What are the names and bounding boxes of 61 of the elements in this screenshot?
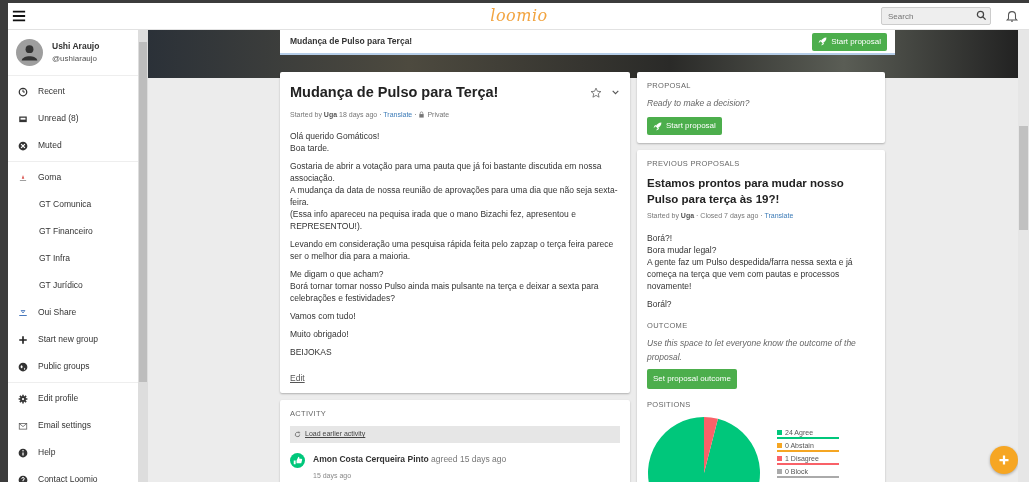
legend-swatch — [777, 443, 782, 449]
sidebar-item[interactable]: Unread (8) — [8, 105, 138, 132]
menu-icon — [11, 9, 27, 23]
activity-text: Amon Costa Cerqueira Pinto agreed 15 days ago — [313, 452, 507, 466]
legend-swatch — [777, 430, 782, 436]
outcome-hint: Use this space to let everyone know the outcome of the proposal. — [647, 337, 857, 364]
user-handle: @ushiaraujo — [52, 52, 99, 65]
settings-icon — [18, 393, 28, 404]
sidebar-item[interactable]: Muted — [8, 132, 138, 159]
sidebar-item[interactable]: Email settings — [8, 412, 138, 439]
clock-icon — [18, 86, 28, 97]
bell-icon — [1005, 9, 1019, 23]
star-icon[interactable] — [590, 86, 602, 99]
proposal-prompt: Ready to make a decision? — [647, 97, 751, 110]
post-paragraph: Levando em consideração uma pesquisa rápida feita pelo zapzap o terça feira parece ser o melhor dia para a maioria. — [290, 238, 615, 263]
search-icon — [976, 10, 987, 21]
avatar-icon — [16, 39, 43, 66]
post-paragraph: Muito obrigado! — [290, 328, 350, 341]
sidebar-subgroup[interactable]: GT Infra — [8, 245, 138, 272]
refresh-icon — [294, 430, 301, 438]
post-paragraph: Gostaria de abrir a votação para uma pauta que já foi bastante discutida em nossa associação. A mudança da data de nossa reunião de aprovações para uma dia que não seja sexta-feira. (Essa info apareceu na pequisa irada que o mano Bizachi fez, apresentou e REPRESENTOU!). — [290, 160, 619, 233]
post-paragraph: Me digam o que acham? Borá tornar tornar nosso Pulso ainda mais pulsante na terça e deixar a sexta para celebrações e festividades? — [290, 268, 600, 305]
sidebar-item[interactable]: Oui Share — [8, 299, 138, 326]
search-field[interactable]: Search — [881, 7, 991, 25]
envelope-icon — [18, 420, 28, 431]
plus-icon — [18, 334, 28, 345]
lock-icon — [418, 111, 426, 119]
proposal-title: Estamos prontos para mudar nosso Pulso para terça às 19?! — [647, 176, 845, 208]
rocket-icon — [653, 121, 662, 131]
sidebar-item[interactable]: Goma — [8, 164, 138, 191]
sidebar-item[interactable]: Help — [8, 439, 138, 466]
post-paragraph: Vamos com tudo! — [290, 310, 357, 323]
edit-link[interactable]: Edit — [290, 372, 305, 385]
thread-title: Mudança de Pulso para Terça! — [290, 83, 499, 102]
cross-circle-icon — [18, 140, 28, 151]
post-paragraph: BEIJOKAS — [290, 346, 333, 359]
scrollbar[interactable] — [138, 30, 148, 482]
globe-icon — [18, 361, 28, 372]
sidebar-item[interactable]: Recent — [8, 78, 138, 105]
sidebar-item[interactable]: Contact Loomio — [8, 466, 138, 482]
sidebar-subgroup[interactable]: GT Jurídico — [8, 272, 138, 299]
thumbs-up-icon — [290, 452, 305, 468]
sidebar-subgroup[interactable]: GT Financeiro — [8, 218, 138, 245]
legend-swatch — [777, 469, 782, 475]
info-icon — [18, 447, 28, 458]
chevron-down-icon — [611, 88, 620, 98]
sidebar-item[interactable]: Public groups — [8, 353, 138, 380]
sticky-title: Mudança de Pulso para Terça! — [290, 35, 413, 48]
proposal-paragraph: Borál? — [647, 297, 673, 310]
legend-swatch — [777, 456, 782, 462]
sidebar-subgroup[interactable]: GT Comunica — [8, 191, 138, 218]
plus-icon — [998, 454, 1010, 466]
add-button[interactable] — [990, 446, 1018, 474]
user-name: Ushi Araujo — [52, 40, 100, 53]
post-paragraph: Olá querido Gomáticos! Boa tarde. — [290, 130, 381, 155]
group-logo-icon — [18, 307, 28, 318]
scrollbar[interactable] — [1018, 30, 1029, 482]
rocket-icon — [818, 37, 828, 46]
sidebar-item[interactable]: Edit profile — [8, 385, 138, 412]
proposal-paragraph: Borá?! Bora mudar legal? A gente faz um Pulso despedida/farra nessa sexta e já começa na terça que vem com pautas e processos novamente! — [647, 231, 854, 292]
sidebar-item[interactable]: Start new group — [8, 326, 138, 353]
